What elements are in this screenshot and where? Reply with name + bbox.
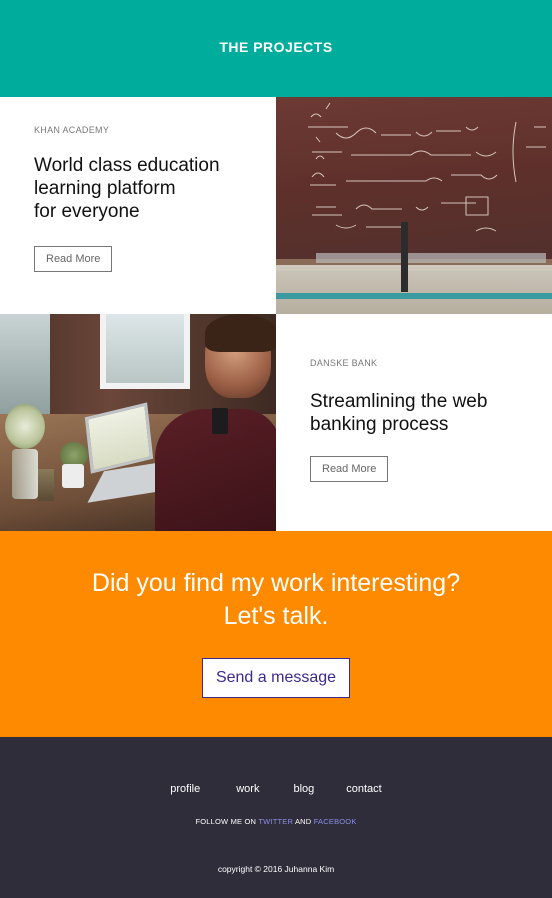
chalk-equations xyxy=(308,102,546,232)
chalk-ledge xyxy=(316,253,546,263)
follow-and: AND xyxy=(294,817,312,826)
section-title: THE PROJECTS xyxy=(219,38,333,55)
send-message-button[interactable]: Send a message xyxy=(201,658,351,698)
nav-work[interactable]: work xyxy=(236,783,259,795)
projects-header: THE PROJECTS xyxy=(0,0,552,97)
footer-nav: profile work blog contact xyxy=(0,737,552,795)
stand-pole xyxy=(401,222,408,292)
project-text-khan: KHAN ACADEMY World class education learn… xyxy=(0,97,276,314)
site-footer: profile work blog contact FOLLOW ME ON T… xyxy=(0,737,552,898)
teal-stripe xyxy=(276,293,552,299)
cta-subline: Let's talk. xyxy=(223,602,329,630)
project-title: World class education learning platform … xyxy=(34,155,220,222)
contact-cta: Did you find my work interesting? Let's … xyxy=(0,531,552,737)
cta-headline: Did you find my work interesting? xyxy=(91,569,461,597)
hydrangea-flowers xyxy=(5,404,45,449)
workspace-photo xyxy=(0,314,276,531)
read-more-button[interactable]: Read More xyxy=(310,456,389,482)
black-mug xyxy=(212,408,228,434)
follow-prefix: FOLLOW ME ON xyxy=(195,817,257,826)
glass-vase xyxy=(12,449,38,499)
pencil-cup xyxy=(38,469,54,501)
read-more-button[interactable]: Read More xyxy=(34,246,113,272)
person-hair xyxy=(205,314,276,352)
project-title: Streamlining the web banking process xyxy=(310,391,488,435)
project-row-danske: DANSKE BANK Streamlining the web banking… xyxy=(0,314,552,531)
nav-contact[interactable]: contact xyxy=(346,783,381,795)
window xyxy=(100,314,190,389)
project-client: DANSKE BANK xyxy=(310,358,378,368)
nav-blog[interactable]: blog xyxy=(293,783,314,795)
nav-profile[interactable]: profile xyxy=(170,783,200,795)
copyright: copyright © 2016 Juhanna Kim xyxy=(217,864,335,874)
chalkboard-photo xyxy=(276,97,552,314)
facebook-link[interactable]: FACEBOOK xyxy=(314,817,357,826)
project-client: KHAN ACADEMY xyxy=(34,125,110,135)
project-text-danske: DANSKE BANK Streamlining the web banking… xyxy=(276,314,552,531)
plant-pot xyxy=(62,464,84,488)
project-row-khan: KHAN ACADEMY World class education learn… xyxy=(0,97,552,314)
twitter-link[interactable]: TWITTER xyxy=(258,817,293,826)
follow-line: FOLLOW ME ON TWITTER AND FACEBOOK xyxy=(0,817,552,826)
